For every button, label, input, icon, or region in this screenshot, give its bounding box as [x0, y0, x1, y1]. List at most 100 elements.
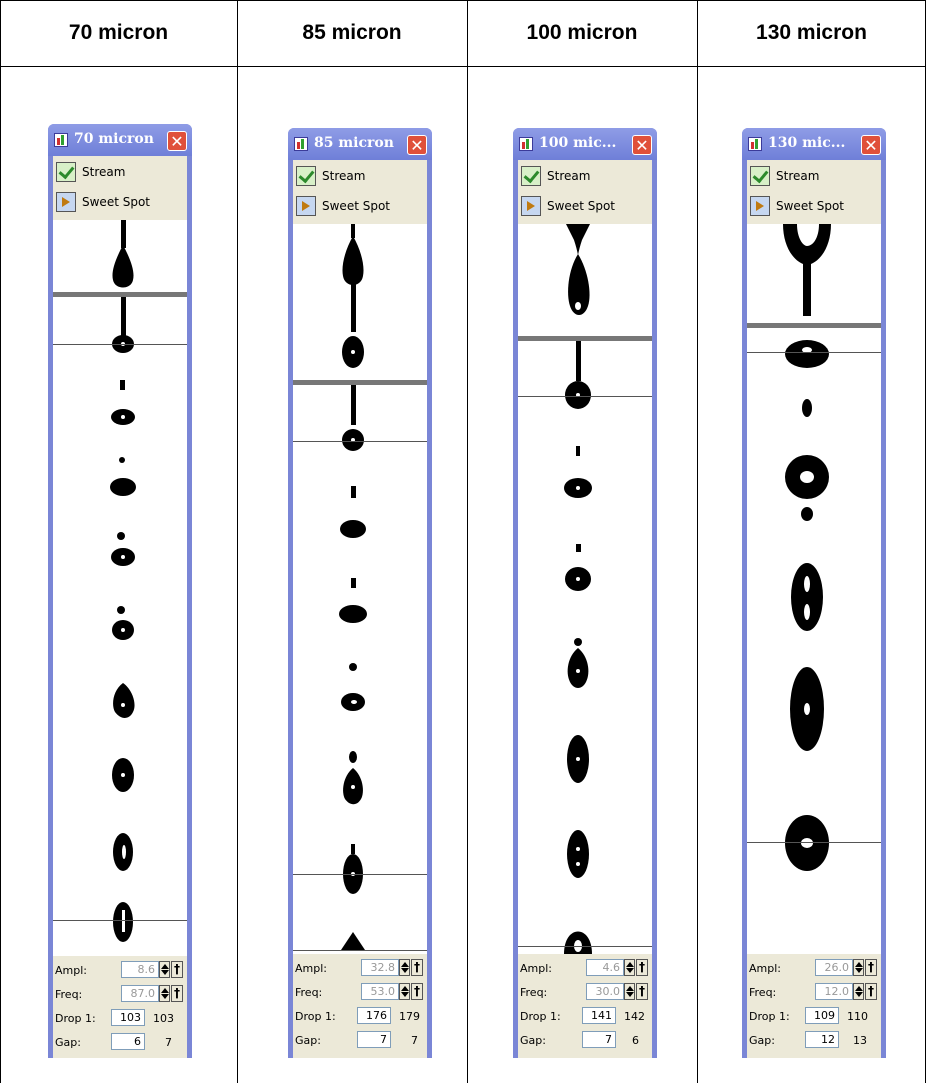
droplet-stream-view — [518, 224, 652, 954]
ampl-input[interactable]: 8.6 — [121, 961, 159, 978]
parameter-panel: Ampl: 4.6 † Freq: 30.0 † Drop 1: 141 142… — [518, 954, 652, 1058]
freq-row: Freq: 12.0 † — [749, 982, 879, 1002]
stream-label: Stream — [776, 169, 820, 183]
gap-label: Gap: — [749, 1034, 775, 1047]
drop-window-85[interactable]: 85 micron ✕ Stream Sweet Spot Ampl: 32.8… — [288, 128, 432, 1058]
drop1-label: Drop 1: — [520, 1010, 561, 1023]
gap-readout: 7 — [411, 1034, 418, 1047]
window-menu: Stream Sweet Spot — [747, 160, 881, 224]
drop-window-130[interactable]: 130 mic... ✕ Stream Sweet Spot Ampl: 26.… — [742, 128, 886, 1058]
drop1-input[interactable]: 176 — [357, 1007, 391, 1024]
sweet-spot-label: Sweet Spot — [82, 195, 150, 209]
stream-menu-item[interactable]: Stream — [521, 162, 590, 190]
sweet-spot-menu-item[interactable]: Sweet Spot — [56, 188, 150, 216]
ampl-input[interactable]: 26.0 — [815, 959, 853, 976]
sweet-spot-label: Sweet Spot — [776, 199, 844, 213]
column-header: 100 micron — [526, 21, 638, 44]
pin-icon[interactable]: † — [865, 983, 877, 1000]
drop1-label: Drop 1: — [55, 1012, 96, 1025]
spinner-arrows-icon[interactable] — [624, 959, 635, 976]
stream-menu-item[interactable]: Stream — [296, 162, 365, 190]
gap-row: Gap: 7 7 — [295, 1030, 425, 1050]
gap-readout: 13 — [853, 1034, 867, 1047]
close-icon[interactable]: ✕ — [861, 135, 881, 155]
stream-label: Stream — [82, 165, 126, 179]
pin-icon[interactable]: † — [865, 959, 877, 976]
freq-input[interactable]: 87.0 — [121, 985, 159, 1002]
stream-menu-item[interactable]: Stream — [750, 162, 819, 190]
sweet-spot-menu-item[interactable]: Sweet Spot — [296, 192, 390, 220]
spinner-arrows-icon[interactable] — [399, 983, 410, 1000]
spinner-arrows-icon[interactable] — [853, 983, 864, 1000]
window-titlebar[interactable]: 100 mic... ✕ — [513, 128, 657, 160]
column-header: 130 micron — [756, 21, 867, 44]
drop1-readout: 103 — [153, 1012, 174, 1025]
freq-label: Freq: — [520, 986, 548, 999]
window-titlebar[interactable]: 85 micron ✕ — [288, 128, 432, 160]
droplet-stream-view — [747, 224, 881, 954]
drop1-row: Drop 1: 109 110 — [749, 1006, 879, 1026]
ampl-input[interactable]: 32.8 — [361, 959, 399, 976]
drop-window-70[interactable]: 70 micron ✕ Stream Sweet Spot Ampl: 8.6 … — [48, 124, 192, 1058]
freq-label: Freq: — [295, 986, 323, 999]
drop1-readout: 110 — [847, 1010, 868, 1023]
pin-icon[interactable]: † — [411, 983, 423, 1000]
sweet-spot-icon — [56, 192, 76, 212]
spinner-arrows-icon[interactable] — [624, 983, 635, 1000]
drop-window-100[interactable]: 100 mic... ✕ Stream Sweet Spot Ampl: 4.6… — [513, 128, 657, 1058]
close-icon[interactable]: ✕ — [407, 135, 427, 155]
window-menu: Stream Sweet Spot — [293, 160, 427, 224]
drop1-input[interactable]: 141 — [582, 1007, 616, 1024]
drop1-row: Drop 1: 176 179 — [295, 1006, 425, 1026]
pin-icon[interactable]: † — [636, 983, 648, 1000]
app-chart-icon — [294, 137, 308, 151]
gap-input[interactable]: 12 — [805, 1031, 839, 1048]
drop1-input[interactable]: 103 — [111, 1009, 145, 1026]
header-divider — [0, 66, 926, 67]
stream-menu-item[interactable]: Stream — [56, 158, 125, 186]
column-divider — [467, 0, 468, 1083]
spinner-arrows-icon[interactable] — [159, 985, 170, 1002]
ampl-row: Ampl: 26.0 † — [749, 958, 879, 978]
droplet-image — [747, 224, 881, 871]
stream-label: Stream — [322, 169, 366, 183]
checkmark-icon — [296, 166, 316, 186]
freq-input[interactable]: 30.0 — [586, 983, 624, 1000]
drop1-row: Drop 1: 103 103 — [55, 1008, 185, 1028]
sweet-spot-menu-item[interactable]: Sweet Spot — [750, 192, 844, 220]
drop1-label: Drop 1: — [295, 1010, 336, 1023]
spinner-arrows-icon[interactable] — [159, 961, 170, 978]
gap-input[interactable]: 7 — [357, 1031, 391, 1048]
gap-input[interactable]: 7 — [582, 1031, 616, 1048]
gap-readout: 6 — [632, 1034, 639, 1047]
ampl-input[interactable]: 4.6 — [586, 959, 624, 976]
gap-input[interactable]: 6 — [111, 1033, 145, 1050]
freq-input[interactable]: 12.0 — [815, 983, 853, 1000]
droplet-stream-view — [53, 220, 187, 956]
gap-row: Gap: 12 13 — [749, 1030, 879, 1050]
pin-icon[interactable]: † — [411, 959, 423, 976]
sweet-spot-icon — [521, 196, 541, 216]
pin-icon[interactable]: † — [636, 959, 648, 976]
drop1-row: Drop 1: 141 142 — [520, 1006, 650, 1026]
checkmark-icon — [521, 166, 541, 186]
window-titlebar[interactable]: 130 mic... ✕ — [742, 128, 886, 160]
window-titlebar[interactable]: 70 micron ✕ — [48, 124, 192, 156]
drop1-input[interactable]: 109 — [805, 1007, 839, 1024]
pin-icon[interactable]: † — [171, 961, 183, 978]
column-header: 85 micron — [302, 21, 402, 44]
gap-row: Gap: 7 6 — [520, 1030, 650, 1050]
gap-label: Gap: — [520, 1034, 546, 1047]
window-title: 85 micron — [314, 135, 394, 151]
close-icon[interactable]: ✕ — [632, 135, 652, 155]
spinner-arrows-icon[interactable] — [399, 959, 410, 976]
droplet-image — [518, 224, 652, 954]
close-icon[interactable]: ✕ — [167, 131, 187, 151]
sweet-spot-menu-item[interactable]: Sweet Spot — [521, 192, 615, 220]
window-menu: Stream Sweet Spot — [518, 160, 652, 224]
pin-icon[interactable]: † — [171, 985, 183, 1002]
ampl-label: Ampl: — [295, 962, 327, 975]
freq-input[interactable]: 53.0 — [361, 983, 399, 1000]
ampl-row: Ampl: 8.6 † — [55, 960, 185, 980]
spinner-arrows-icon[interactable] — [853, 959, 864, 976]
